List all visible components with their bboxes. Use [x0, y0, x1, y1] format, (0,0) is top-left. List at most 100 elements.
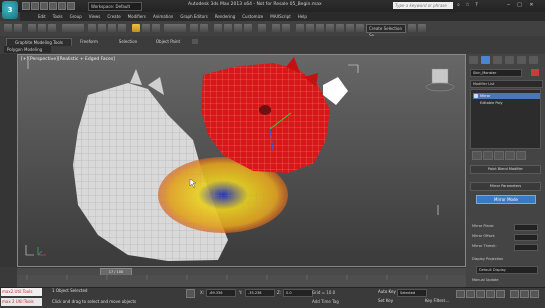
mirror-offset-input[interactable] — [514, 234, 538, 241]
render-production-icon[interactable] — [408, 24, 416, 32]
new-file-icon[interactable] — [22, 2, 30, 10]
maxscript-listener-2[interactable]: max 2 Util:Tools — [1, 298, 42, 306]
key-mode-dropdown[interactable]: Selected — [397, 289, 427, 297]
link-icon[interactable] — [28, 24, 36, 32]
y-coordinate-field[interactable]: -35.238 — [245, 289, 275, 297]
create-tab-icon[interactable] — [469, 56, 478, 64]
pin-stack-icon[interactable] — [472, 151, 482, 160]
menu-views[interactable]: Views — [89, 14, 101, 19]
object-color-swatch[interactable] — [531, 69, 539, 76]
make-unique-icon[interactable] — [494, 151, 504, 160]
undo-tool-icon[interactable] — [4, 24, 12, 32]
menu-edit[interactable]: Edit — [38, 14, 46, 19]
hierarchy-tab-icon[interactable] — [493, 56, 502, 64]
zoom-icon[interactable] — [510, 290, 519, 298]
checkbox-icon[interactable] — [474, 94, 478, 98]
remove-modifier-icon[interactable] — [505, 151, 515, 160]
redo-tool-icon[interactable] — [14, 24, 22, 32]
star-icon[interactable]: ☆ — [464, 2, 471, 9]
save-file-icon[interactable] — [40, 2, 48, 10]
select-and-rotate-icon[interactable] — [142, 24, 150, 32]
search-input[interactable]: Type a keyword or phrase — [393, 2, 453, 9]
app-logo-icon[interactable]: 3 — [2, 1, 18, 19]
percent-snap-icon[interactable] — [234, 24, 242, 32]
menu-create[interactable]: Create — [107, 14, 120, 19]
mirror-plane-input[interactable] — [514, 224, 538, 231]
reference-coordinate-dropdown[interactable] — [164, 24, 186, 32]
stack-item-mirror[interactable]: Mirror — [473, 93, 540, 99]
undo-icon[interactable] — [49, 2, 57, 10]
edit-named-selection-icon[interactable] — [258, 24, 266, 32]
auto-key-button[interactable]: Auto Key — [378, 289, 396, 294]
help-icon[interactable]: ? — [473, 2, 480, 9]
menu-customize[interactable]: Customize — [242, 14, 263, 19]
menu-group[interactable]: Group — [70, 14, 82, 19]
select-by-name-icon[interactable] — [98, 24, 106, 32]
track-bar[interactable] — [17, 275, 466, 287]
create-selection-set-dropdown[interactable]: Create Selection Se — [366, 24, 406, 38]
render-teapot-icon[interactable] — [418, 24, 426, 32]
selection-filter-dropdown[interactable] — [62, 24, 84, 32]
maximize-icon[interactable]: □ — [516, 2, 523, 9]
redo-icon[interactable] — [58, 2, 66, 10]
maxscript-listener-1[interactable]: max2.Util:Tools — [1, 288, 42, 296]
window-crossing-icon[interactable] — [118, 24, 126, 32]
unlink-icon[interactable] — [38, 24, 46, 32]
menu-modifiers[interactable]: Modifiers — [128, 14, 146, 19]
next-frame-icon[interactable] — [486, 290, 495, 298]
perspective-viewport[interactable]: [+][Perspective][Realistic + Edged Faces… — [17, 54, 466, 267]
graphite-toggle-icon[interactable] — [306, 24, 314, 32]
add-time-tag[interactable]: Add Time Tag — [312, 299, 339, 304]
stack-item-editable-poly[interactable]: Editable Poly — [473, 100, 540, 106]
set-key-button[interactable]: Set Key — [378, 298, 393, 303]
mirror-parameters-rollout[interactable]: Mirror Parameters — [470, 182, 541, 191]
menu-help[interactable]: Help — [298, 14, 307, 19]
align-icon[interactable] — [282, 24, 290, 32]
modifier-list-dropdown[interactable]: Modifier List — [470, 80, 543, 88]
schematic-view-icon[interactable] — [326, 24, 334, 32]
menu-rendering[interactable]: Rendering — [215, 14, 235, 19]
previous-frame-icon[interactable] — [466, 290, 475, 298]
go-to-end-icon[interactable] — [496, 290, 505, 298]
play-icon[interactable] — [476, 290, 485, 298]
close-icon[interactable]: ✕ — [528, 2, 535, 9]
ribbon-options-icon[interactable] — [192, 39, 198, 44]
motion-tab-icon[interactable] — [505, 56, 514, 64]
mirror-threshold-input[interactable] — [514, 244, 538, 251]
polygon-modeling-panel[interactable]: Polygon Modeling — [4, 46, 51, 53]
object-name-field[interactable]: Skin_Monster — [470, 69, 522, 77]
mirror-mode-button[interactable]: Mirror Mode — [476, 195, 536, 204]
z-coordinate-field[interactable]: 0.0 — [283, 289, 313, 297]
project-folder-icon[interactable] — [67, 2, 75, 10]
view-cube-icon[interactable] — [425, 68, 455, 92]
selection-region-icon[interactable] — [108, 24, 116, 32]
snaps-toggle-icon[interactable] — [214, 24, 222, 32]
pivot-center-icon[interactable] — [190, 24, 198, 32]
manipulate-icon[interactable] — [200, 24, 208, 32]
go-to-start-icon[interactable] — [456, 290, 465, 298]
configure-sets-icon[interactable] — [516, 151, 526, 160]
search-icon[interactable]: ⌕ — [455, 2, 462, 9]
material-editor-icon[interactable] — [336, 24, 344, 32]
layer-manager-icon[interactable] — [296, 24, 304, 32]
tab-object-paint[interactable]: Object Paint — [150, 38, 186, 45]
minimize-icon[interactable]: ‒ — [505, 2, 512, 9]
workspace-dropdown[interactable]: Workspace: Default — [88, 2, 142, 11]
select-and-scale-icon[interactable] — [152, 24, 160, 32]
render-frame-icon[interactable] — [356, 24, 364, 32]
show-end-result-icon[interactable] — [483, 151, 493, 160]
angle-snap-icon[interactable] — [224, 24, 232, 32]
display-projection-dropdown[interactable]: Default Display — [476, 266, 538, 274]
orbit-icon[interactable] — [520, 290, 529, 298]
tab-selection[interactable]: Selection — [112, 38, 144, 45]
key-filters-button[interactable]: Key Filters... — [425, 298, 449, 303]
menu-animation[interactable]: Animation — [153, 14, 173, 19]
curve-editor-icon[interactable] — [316, 24, 324, 32]
x-coordinate-field[interactable]: -69.336 — [206, 289, 236, 297]
menu-maxscript[interactable]: MAXScript — [270, 14, 291, 19]
viewport-label[interactable]: [+][Perspective][Realistic + Edged Faces… — [21, 57, 115, 62]
select-and-move-icon[interactable] — [132, 24, 140, 32]
bind-space-warp-icon[interactable] — [48, 24, 56, 32]
tab-freeform[interactable]: Freeform — [74, 38, 104, 45]
pan-icon[interactable] — [530, 290, 539, 298]
